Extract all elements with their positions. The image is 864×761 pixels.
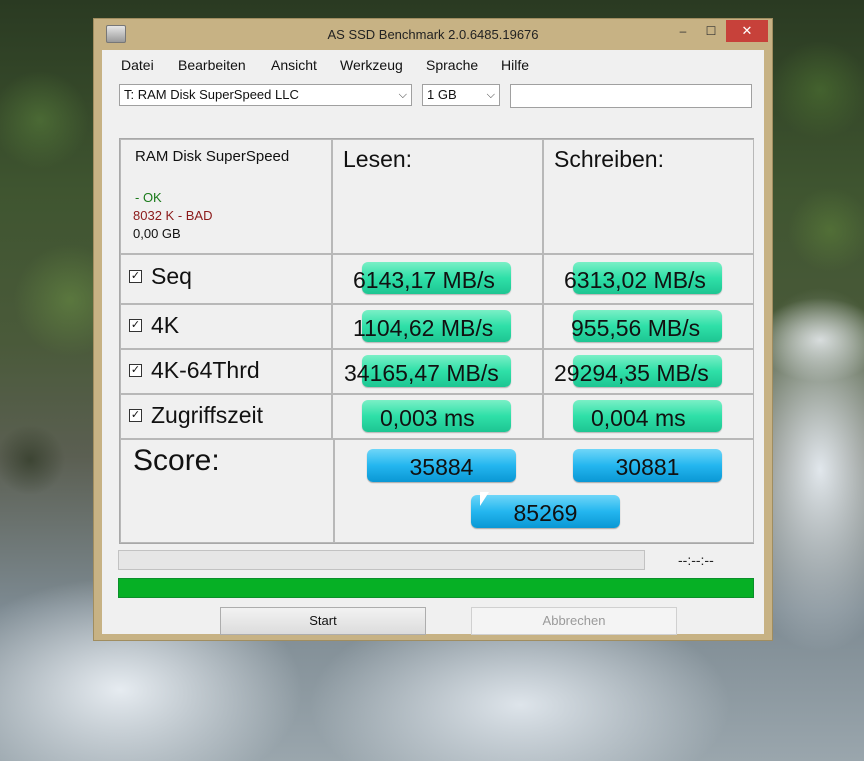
score-label: Score: [133,444,220,477]
drive-select[interactable]: T: RAM Disk SuperSpeed LLC ⌵ [119,84,412,106]
drive-name: RAM Disk SuperSpeed [135,148,290,165]
seq-checkbox[interactable]: ✓ [129,270,142,283]
client-area: Datei Bearbeiten Ansicht Werkzeug Sprach… [102,50,764,635]
seq-read-cell: 6143,17 MB/s [332,254,543,304]
minimize-button[interactable]: – [668,20,698,42]
4k-write-value: 955,56 MB/s [571,315,701,341]
abort-button[interactable]: Abbrechen [471,607,677,635]
menu-sprache[interactable]: Sprache [426,57,478,73]
row-label-access: Zugriffszeit [151,402,264,428]
elapsed-time: --:--:-- [678,552,714,568]
4k64-checkbox[interactable]: ✓ [129,364,142,377]
status-bad: 8032 K - BAD [133,208,213,223]
4k-read-value: 1104,62 MB/s [353,315,494,341]
maximize-button[interactable]: ☐ [696,20,726,42]
row-label-4k: 4K [151,312,180,338]
chevron-down-icon: ⌵ [486,89,495,101]
seq-write-value: 6313,02 MB/s [564,267,706,293]
read-column-header: Lesen: [332,139,543,254]
row-seq-label-cell: ✓ Seq [120,254,332,304]
start-button[interactable]: Start [220,607,426,635]
score-total: 85269 [471,495,620,528]
seq-write-cell: 6313,02 MB/s [543,254,754,304]
menu-datei[interactable]: Datei [121,57,154,73]
row-4k64-label-cell: ✓ 4K-64Thrd [120,349,332,394]
menu-bar: Datei Bearbeiten Ansicht Werkzeug Sprach… [102,50,764,76]
score-label-cell: Score: [120,439,334,543]
seq-read-value: 6143,17 MB/s [353,267,495,293]
close-button[interactable]: ✕ [726,20,768,42]
menu-bearbeiten[interactable]: Bearbeiten [178,57,246,73]
write-label: Schreiben: [554,146,664,172]
drive-select-value: T: RAM Disk SuperSpeed LLC [124,87,299,102]
row-label-4k64: 4K-64Thrd [151,357,260,383]
size-select-value: 1 GB [427,87,457,102]
4k-read-cell: 1104,62 MB/s [332,304,543,349]
access-read-cell: 0,003 ms [332,394,543,439]
access-read-value: 0,003 ms [380,405,475,431]
title-bar[interactable]: AS SSD Benchmark 2.0.6485.19676 – ☐ ✕ [94,19,772,50]
filter-input[interactable] [510,84,752,108]
4k-write-cell: 955,56 MB/s [543,304,754,349]
score-read: 35884 [367,449,516,482]
access-write-value: 0,004 ms [591,405,686,431]
row-label-seq: Seq [151,263,192,289]
4k-checkbox[interactable]: ✓ [129,319,142,332]
score-write: 30881 [573,449,722,482]
4k64-write-cell: 29294,35 MB/s [543,349,754,394]
row-4k-label-cell: ✓ 4K [120,304,332,349]
size-select[interactable]: 1 GB ⌵ [422,84,500,106]
mouse-cursor-icon [480,492,489,506]
app-window: AS SSD Benchmark 2.0.6485.19676 – ☐ ✕ Da… [93,18,773,641]
access-write-cell: 0,004 ms [543,394,754,439]
drive-size: 0,00 GB [133,226,181,241]
chevron-down-icon: ⌵ [398,89,407,101]
results-grid: RAM Disk SuperSpeed - OK 8032 K - BAD 0,… [119,138,754,544]
4k64-read-value: 34165,47 MB/s [344,360,499,386]
4k64-read-cell: 34165,47 MB/s [332,349,543,394]
row-access-label-cell: ✓ Zugriffszeit [120,394,332,439]
menu-ansicht[interactable]: Ansicht [271,57,317,73]
menu-werkzeug[interactable]: Werkzeug [340,57,403,73]
access-checkbox[interactable]: ✓ [129,409,142,422]
write-column-header: Schreiben: [543,139,754,254]
test-progress-bar [118,550,645,570]
drive-info-panel: RAM Disk SuperSpeed - OK 8032 K - BAD 0,… [120,139,332,254]
score-cell: 35884 30881 85269 [334,439,754,543]
overall-progress-bar [118,578,754,598]
read-label: Lesen: [343,146,413,172]
status-ok: - OK [135,190,162,205]
4k64-write-value: 29294,35 MB/s [554,360,709,386]
menu-hilfe[interactable]: Hilfe [501,57,529,73]
